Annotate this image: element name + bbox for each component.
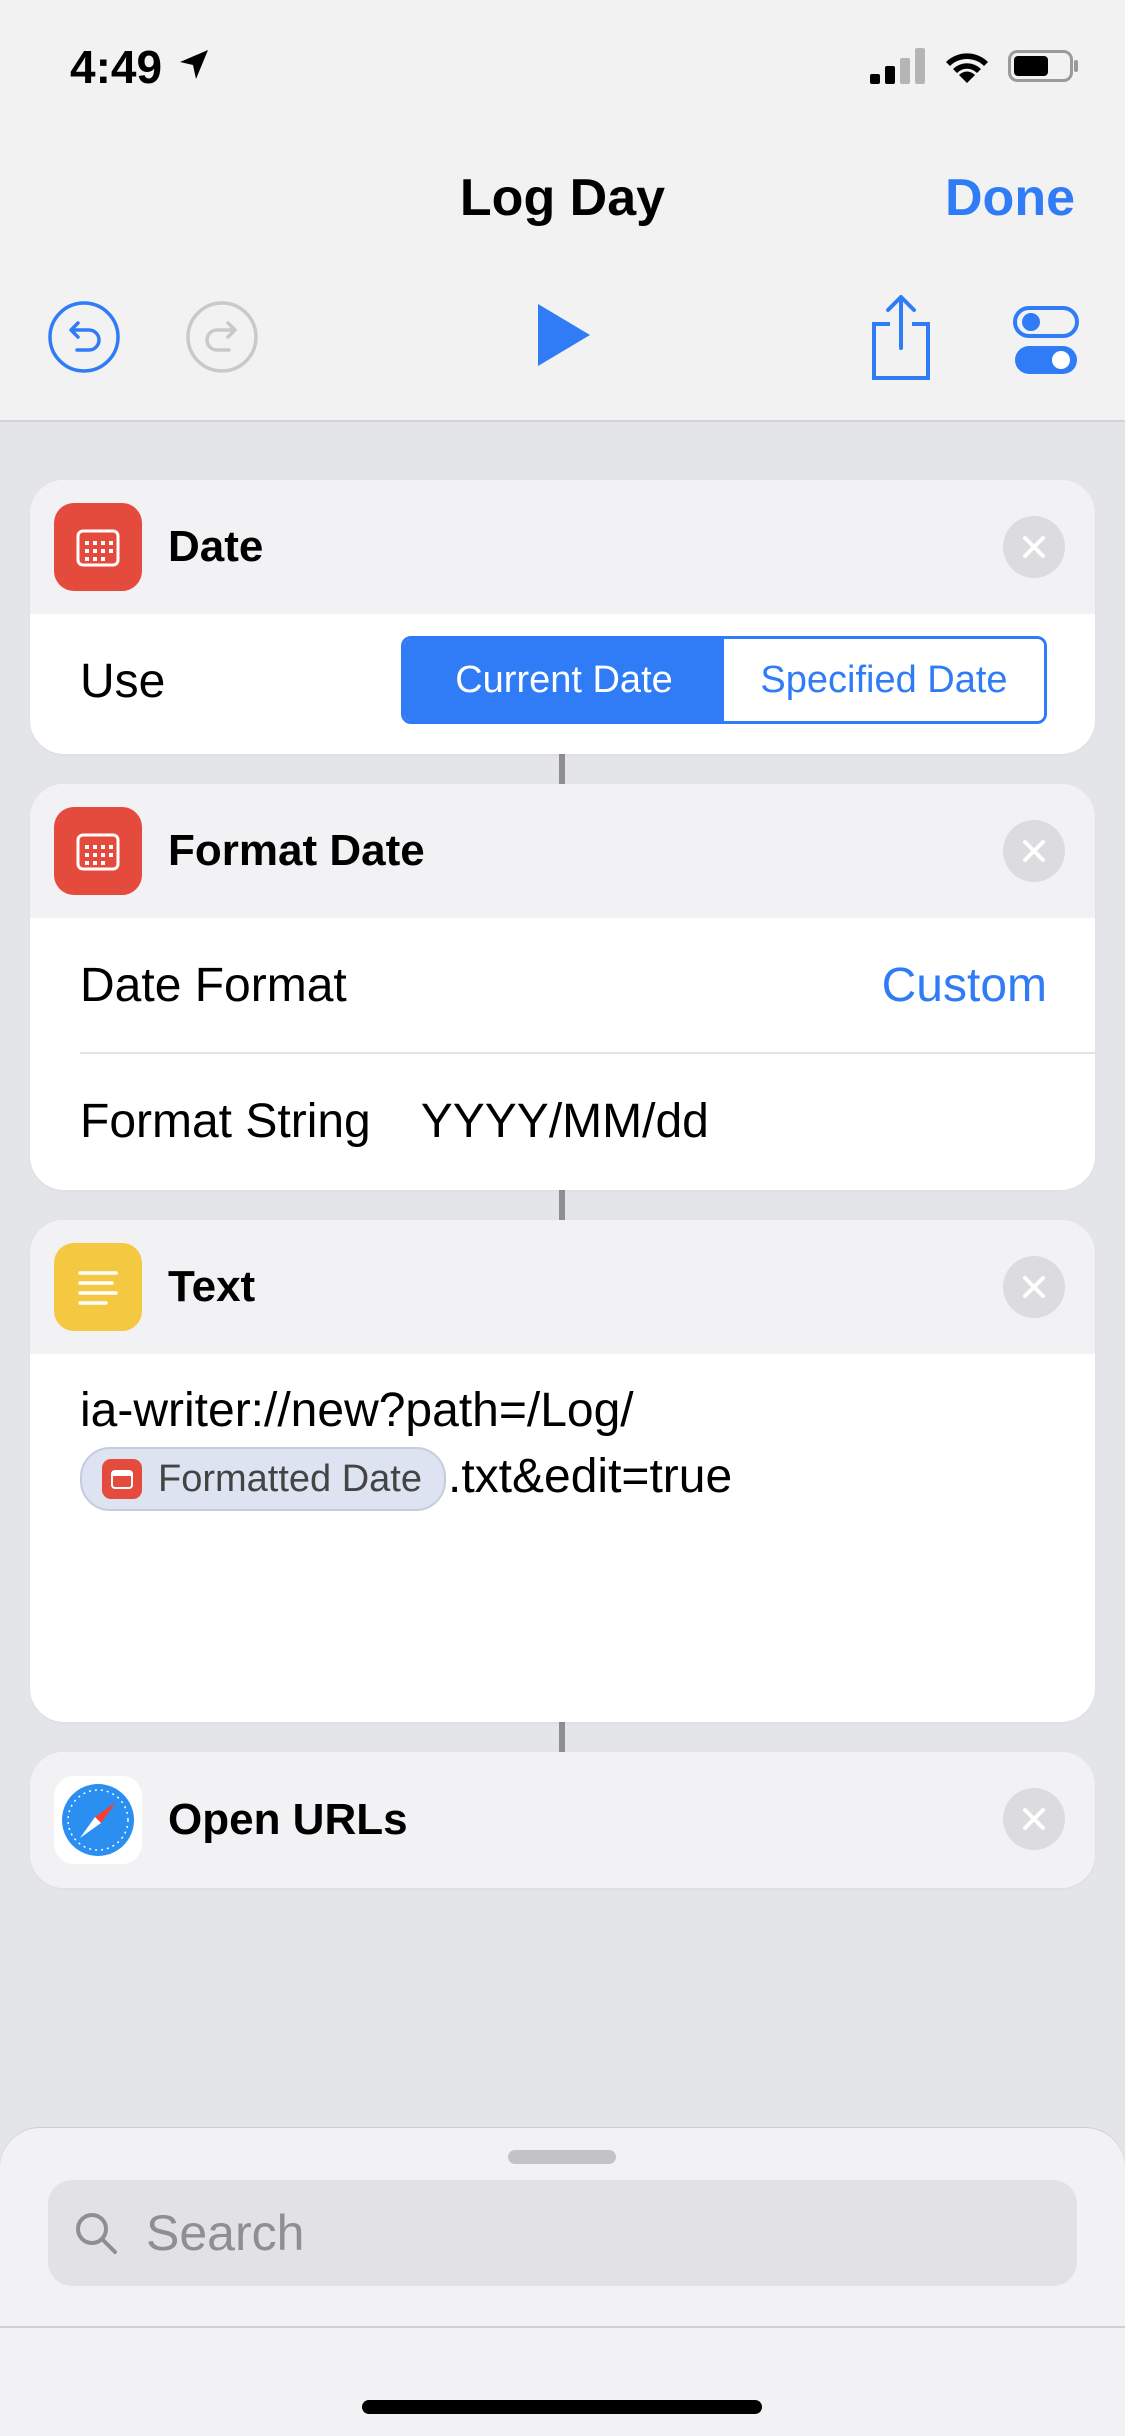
date-format-label: Date Format [80,958,347,1012]
location-arrow-icon [180,50,208,79]
status-icons [870,48,1080,84]
text-suffix: .txt&edit=true [448,1450,733,1503]
text-action-header: Text [30,1220,1095,1354]
date-action-header: Date [30,480,1095,614]
text-lines-icon [54,1243,142,1331]
open-urls-action-title: Open URLs [168,1795,408,1844]
close-icon [1023,1276,1045,1298]
remove-open-urls-action-button[interactable] [1003,1788,1065,1850]
search-bar[interactable] [48,2180,1077,2286]
text-action-card[interactable]: Text ia-writer://new?path=/Log/ Formatte… [30,1220,1095,1722]
safari-compass-icon [54,1776,142,1864]
close-icon [1023,840,1045,862]
format-date-action-card[interactable]: Format Date Date Format Custom Format St… [30,784,1095,1190]
panel-grabber-handle[interactable] [508,2150,616,2164]
format-date-action-title: Format Date [168,826,425,875]
share-icon[interactable] [868,292,934,382]
wifi-icon [946,53,988,83]
actions-search-panel [0,2128,1125,2436]
text-line-2: Formatted Date .txt&edit=true [80,1444,1045,1512]
redo-icon[interactable] [185,300,259,374]
status-time: 4:49 [70,41,163,93]
format-string-label: Format String [80,1094,371,1148]
format-string-field[interactable]: YYYY/MM/dd [421,1094,709,1149]
action-connector [559,1722,565,1752]
format-date-action-header: Format Date [30,784,1095,918]
search-icon [76,2213,117,2254]
date-format-row[interactable]: Date Format Custom [80,918,1095,1054]
header: 4:49 Log Day Done [0,0,1125,422]
format-string-row: Format String YYYY/MM/dd [30,1054,1095,1188]
close-icon [1023,536,1045,558]
variable-label: Formatted Date [158,1458,422,1501]
remove-text-action-button[interactable] [1003,1256,1065,1318]
current-date-segment[interactable]: Current Date [404,639,724,721]
done-button[interactable]: Done [945,168,1075,228]
calendar-icon [102,1459,142,1500]
text-action-title: Text [168,1262,256,1311]
remove-format-date-action-button[interactable] [1003,820,1065,882]
action-connector [559,754,565,784]
calendar-icon [54,503,142,591]
undo-icon[interactable] [47,300,121,374]
date-source-segmented-control[interactable]: Current Date Specified Date [401,636,1047,724]
cellular-signal-icon [870,48,925,84]
date-action-card[interactable]: Date Use Current Date Specified Date [30,480,1095,754]
text-content-field[interactable]: ia-writer://new?path=/Log/ Formatted Dat… [30,1354,1095,1535]
open-urls-action-header: Open URLs [30,1752,1095,1888]
text-line-1: ia-writer://new?path=/Log/ [80,1384,634,1437]
use-row: Use Current Date Specified Date [30,614,1095,748]
remove-date-action-button[interactable] [1003,516,1065,578]
home-indicator[interactable] [362,2400,762,2414]
panel-divider [0,2326,1125,2328]
specified-date-segment[interactable]: Specified Date [724,639,1044,721]
date-action-title: Date [168,522,264,571]
date-format-value[interactable]: Custom [882,958,1047,1013]
battery-icon [1008,50,1078,82]
use-label: Use [80,654,166,708]
open-urls-action-card[interactable]: Open URLs [30,1752,1095,1888]
toggles-icon[interactable] [1013,306,1079,376]
search-input[interactable] [144,2203,1028,2263]
play-icon[interactable] [532,300,594,370]
close-icon [1023,1808,1045,1830]
action-connector [559,1190,565,1220]
calendar-icon [54,807,142,895]
formatted-date-variable-token[interactable]: Formatted Date [80,1447,446,1512]
